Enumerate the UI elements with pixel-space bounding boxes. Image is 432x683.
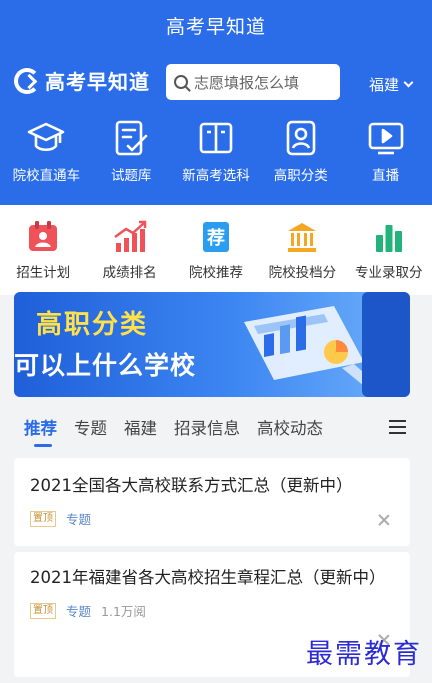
article-title: 2021年福建省各大高校招生章程汇总（更新中） bbox=[30, 568, 386, 587]
calendar-icon bbox=[29, 221, 58, 251]
nav-label: 招生计划 bbox=[16, 265, 71, 281]
article-tabs: 推荐 专题 福建 招录信息 高校动态 bbox=[0, 404, 432, 450]
search-icon bbox=[174, 75, 188, 89]
bar-chart-icon bbox=[375, 225, 402, 252]
article-category: 专题 bbox=[66, 512, 92, 527]
article-card[interactable]: 2021全国各大高校联系方式汇总（更新中） 置顶 专题 bbox=[14, 458, 410, 546]
trend-chart-icon bbox=[113, 220, 146, 252]
institution-icon bbox=[288, 223, 317, 252]
checklist-icon bbox=[115, 120, 148, 156]
nav-label: 直播 bbox=[372, 168, 400, 184]
primary-nav: 院校直通车 试题库 新高考选科 高职分类 直播 bbox=[0, 118, 432, 184]
nav-label: 院校推荐 bbox=[188, 265, 243, 281]
nav-vocational-category[interactable]: 高职分类 bbox=[259, 118, 343, 184]
nav-enrollment-plan[interactable]: 招生计划 bbox=[1, 219, 85, 295]
tab-recommend[interactable]: 推荐 bbox=[24, 415, 57, 447]
logo-mark-icon bbox=[14, 67, 40, 94]
search-box[interactable]: 志愿填报怎么填 bbox=[166, 64, 340, 100]
article-category: 专题 bbox=[66, 604, 92, 619]
nav-label: 院校直通车 bbox=[12, 168, 81, 184]
article-meta: 置顶 专题 1.1万阅 bbox=[30, 601, 394, 620]
pinned-badge: 置顶 bbox=[30, 602, 56, 619]
region-selector[interactable]: 福建 bbox=[368, 74, 414, 95]
nav-college-express[interactable]: 院校直通车 bbox=[4, 118, 88, 184]
banner-headline: 高职分类 bbox=[36, 310, 149, 340]
menu-icon[interactable] bbox=[389, 420, 406, 434]
logo-text: 高考早知道 bbox=[45, 70, 150, 94]
search-placeholder: 志愿填报怎么填 bbox=[194, 73, 300, 92]
nav-new-gaokao-subjects[interactable]: 新高考选科 bbox=[174, 118, 258, 184]
pinned-badge: 置顶 bbox=[30, 510, 56, 527]
article-meta: 置顶 专题 bbox=[30, 509, 394, 528]
promo-banner[interactable]: 高职分类 可以上什么学校 bbox=[14, 292, 410, 397]
open-book-icon bbox=[199, 122, 233, 154]
region-label: 福建 bbox=[368, 76, 399, 94]
nav-live[interactable]: 直播 bbox=[344, 118, 428, 184]
banner-illustration bbox=[244, 306, 374, 386]
nav-admission-cutoff[interactable]: 院校投档分 bbox=[260, 219, 344, 295]
nav-question-bank[interactable]: 试题库 bbox=[89, 118, 173, 184]
banner-next-slide bbox=[362, 292, 410, 397]
tab-college-news[interactable]: 高校动态 bbox=[257, 415, 323, 439]
view-count: 1.1万阅 bbox=[101, 604, 146, 619]
watermark: 最需教育 bbox=[306, 639, 422, 670]
id-badge-icon bbox=[286, 120, 316, 156]
nav-major-cutoff[interactable]: 专业录取分 bbox=[347, 219, 431, 295]
top-header: 高考早知道 高考早知道 志愿填报怎么填 福建 院校直通车 试题库 新高考选科 高… bbox=[0, 0, 432, 205]
video-play-icon bbox=[368, 122, 403, 155]
nav-label: 院校投档分 bbox=[268, 265, 337, 281]
nav-score-ranking[interactable]: 成绩排名 bbox=[88, 219, 172, 295]
nav-label: 高职分类 bbox=[273, 168, 328, 184]
close-icon[interactable] bbox=[378, 514, 390, 526]
recommend-icon: 荐 bbox=[202, 222, 229, 252]
recommend-glyph: 荐 bbox=[206, 227, 225, 249]
nav-label: 试题库 bbox=[110, 168, 152, 184]
nav-label: 专业录取分 bbox=[355, 265, 423, 281]
app-logo[interactable]: 高考早知道 bbox=[14, 66, 150, 95]
article-title: 2021全国各大高校联系方式汇总（更新中） bbox=[30, 476, 353, 495]
tab-fujian[interactable]: 福建 bbox=[124, 415, 157, 439]
nav-label: 新高考选科 bbox=[182, 168, 250, 184]
nav-label: 成绩排名 bbox=[102, 265, 157, 281]
secondary-nav: 招生计划 成绩排名 荐 院校推荐 院校投档分 专业录取分 bbox=[0, 205, 432, 295]
banner-subheadline: 可以上什么学校 bbox=[14, 351, 197, 380]
tab-admission-info[interactable]: 招录信息 bbox=[174, 415, 240, 439]
graduation-cap-icon bbox=[28, 122, 65, 152]
tab-topics[interactable]: 专题 bbox=[74, 415, 107, 439]
app-title: 高考早知道 bbox=[165, 16, 266, 38]
nav-college-recommend[interactable]: 荐 院校推荐 bbox=[174, 219, 258, 295]
chevron-down-icon bbox=[403, 77, 414, 88]
